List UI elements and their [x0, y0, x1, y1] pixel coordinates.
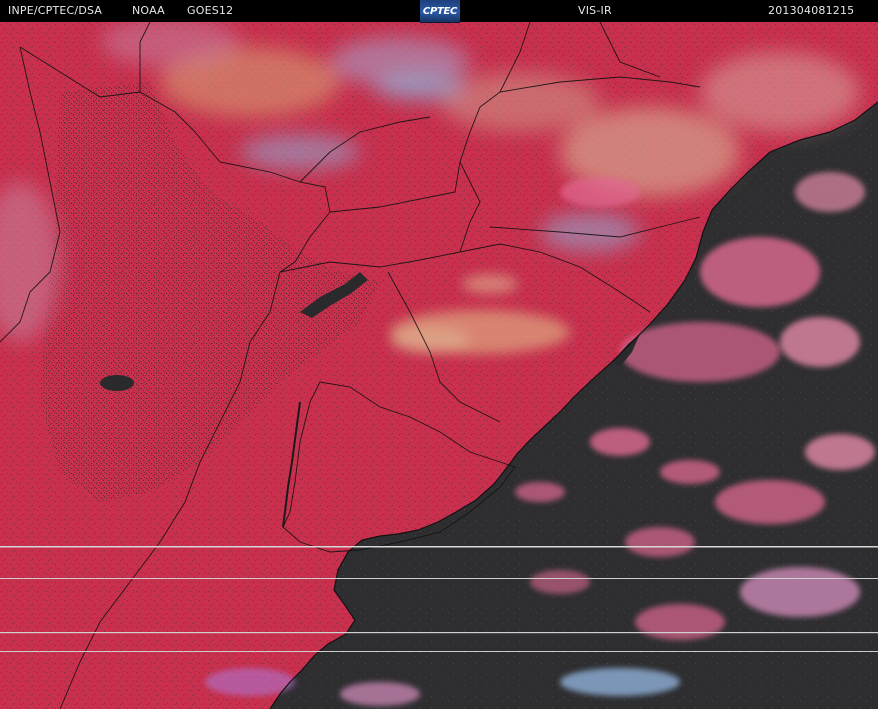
satellite-label: GOES12 — [187, 4, 234, 17]
timestamp-label: 201304081215 — [768, 4, 855, 17]
cptec-logo-text: CPTEC — [422, 5, 458, 17]
agency-label: INPE/CPTEC/DSA — [8, 4, 103, 17]
provider-label: NOAA — [132, 4, 165, 17]
satellite-map — [0, 22, 878, 709]
header-bar: INPE/CPTEC/DSA NOAA GOES12 CPTEC VIS-IR … — [0, 0, 878, 23]
lake — [100, 375, 134, 391]
channel-label: VIS-IR — [578, 4, 612, 17]
satellite-image-frame: INPE/CPTEC/DSA NOAA GOES12 CPTEC VIS-IR … — [0, 0, 878, 709]
cptec-logo: CPTEC — [420, 0, 460, 23]
